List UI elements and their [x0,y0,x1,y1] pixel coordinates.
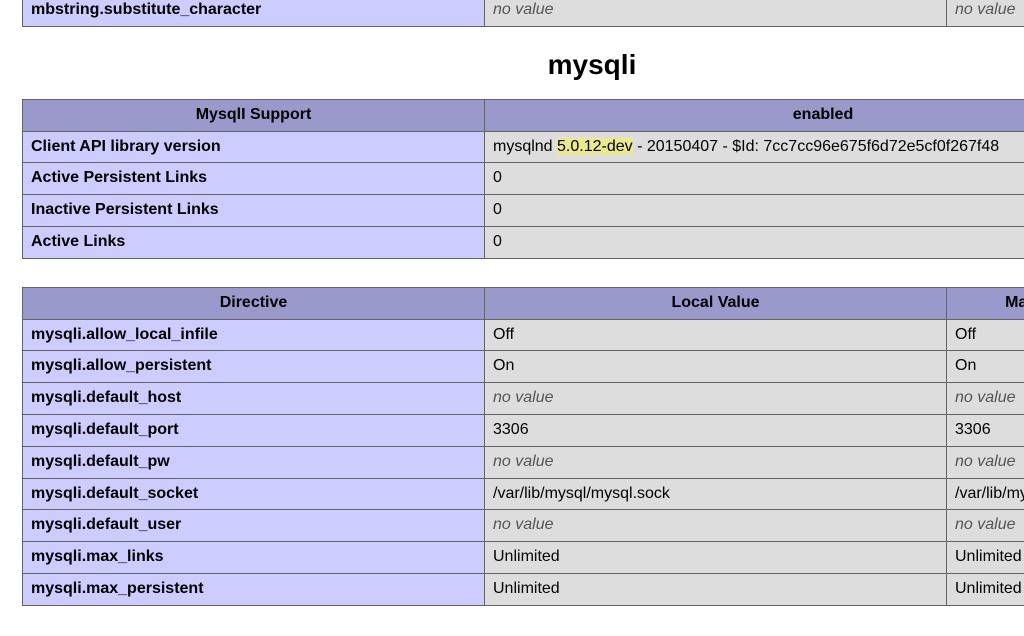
table-row: Active Persistent Links 0 [23,163,1024,195]
table-row: Client API library version mysqlnd 5.0.1… [23,131,1024,163]
directive-local-value: no value [485,383,947,415]
directive-local-value: On [485,351,947,383]
mysqli-support-table: MysqlI Support enabled Client API librar… [22,99,1024,259]
table-row: mysqli.max_persistentUnlimitedUnlimited [23,573,1024,605]
directive-name: mysqli.allow_local_infile [23,319,485,351]
table-row: mysqli.default_userno valueno value [23,510,1024,542]
mysqli-directive-table: Directive Local Value Master Value mysql… [22,287,1024,606]
directive-local-value: no value [485,510,947,542]
highlighted-version: 5.0.12-dev [557,138,633,155]
directive-master-value: /var/lib/mysql/mysql.sock [947,478,1024,510]
row-value: 0 [485,195,1024,227]
directive-master-value: no value [947,510,1024,542]
table-row: mysqli.default_hostno valueno value [23,383,1024,415]
directive-master-value: Unlimited [947,573,1024,605]
directive-local-value: /var/lib/mysql/mysql.sock [485,478,947,510]
header-enabled: enabled [485,99,1024,131]
header-directive: Directive [23,287,485,319]
directive-name: mysqli.default_user [23,510,485,542]
table-row: mysqli.allow_persistentOnOn [23,351,1024,383]
table-row: Inactive Persistent Links 0 [23,195,1024,227]
directive-local-value: 3306 [485,414,947,446]
directive-local-value: no value [485,0,947,26]
directive-name: mysqli.allow_persistent [23,351,485,383]
directive-master-value: no value [947,446,1024,478]
directive-name: mysqli.default_socket [23,478,485,510]
table-row: mysqli.max_linksUnlimitedUnlimited [23,542,1024,574]
header-mysqli-support: MysqlI Support [23,99,485,131]
table-row: mysqli.default_socket/var/lib/mysql/mysq… [23,478,1024,510]
directive-name: mysqli.max_links [23,542,485,574]
table-row: mbstring.substitute_character no value n… [23,0,1024,26]
row-value: mysqlnd 5.0.12-dev - 20150407 - $Id: 7cc… [485,131,1024,163]
table-row: mysqli.default_port33063306 [23,414,1024,446]
directive-name: mbstring.substitute_character [23,0,485,26]
directive-local-value: no value [485,446,947,478]
mbstring-trailing-table: mbstring.substitute_character no value n… [22,0,1024,27]
row-value: 0 [485,226,1024,258]
header-local-value: Local Value [485,287,947,319]
row-label: Active Persistent Links [23,163,485,195]
directive-master-value: no value [947,383,1024,415]
directive-name: mysqli.default_port [23,414,485,446]
directive-master-value: 3306 [947,414,1024,446]
directive-master-value: no value [947,0,1024,26]
table-row: mysqli.allow_local_infileOffOff [23,319,1024,351]
directive-name: mysqli.default_host [23,383,485,415]
row-label: Client API library version [23,131,485,163]
directive-local-value: Off [485,319,947,351]
table-header-row: MysqlI Support enabled [23,99,1024,131]
directive-local-value: Unlimited [485,542,947,574]
header-master-value: Master Value [947,287,1024,319]
row-label: Inactive Persistent Links [23,195,485,227]
table-row: Active Links 0 [23,226,1024,258]
row-value: 0 [485,163,1024,195]
section-title-mysqli: mysqli [22,49,1024,81]
directive-master-value: Unlimited [947,542,1024,574]
directive-local-value: Unlimited [485,573,947,605]
directive-master-value: Off [947,319,1024,351]
directive-name: mysqli.default_pw [23,446,485,478]
table-row: mysqli.default_pwno valueno value [23,446,1024,478]
table-header-row: Directive Local Value Master Value [23,287,1024,319]
directive-master-value: On [947,351,1024,383]
row-label: Active Links [23,226,485,258]
directive-name: mysqli.max_persistent [23,573,485,605]
